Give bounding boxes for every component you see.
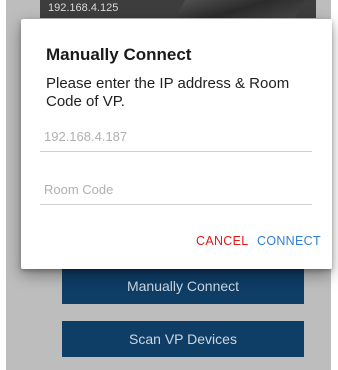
connect-button[interactable]: CONNECT (257, 234, 321, 248)
scan-vp-devices-button[interactable]: Scan VP Devices (62, 321, 304, 357)
dialog-title: Manually Connect (46, 45, 192, 64)
dialog-message: Please enter the IP address & Room Code … (46, 75, 290, 110)
ip-address-input[interactable] (40, 122, 312, 152)
preview-ip-label: 192.168.4.125 (48, 2, 119, 14)
device-preview-thumbnail[interactable]: 192.168.4.125 (40, 0, 316, 18)
manual-connect-dialog: Manually Connect Please enter the IP add… (21, 19, 332, 269)
cancel-button[interactable]: CANCEL (196, 234, 249, 248)
manual-connect-button[interactable]: Manually Connect (62, 268, 304, 304)
preview-image (171, 0, 309, 18)
room-code-input[interactable] (40, 175, 312, 205)
